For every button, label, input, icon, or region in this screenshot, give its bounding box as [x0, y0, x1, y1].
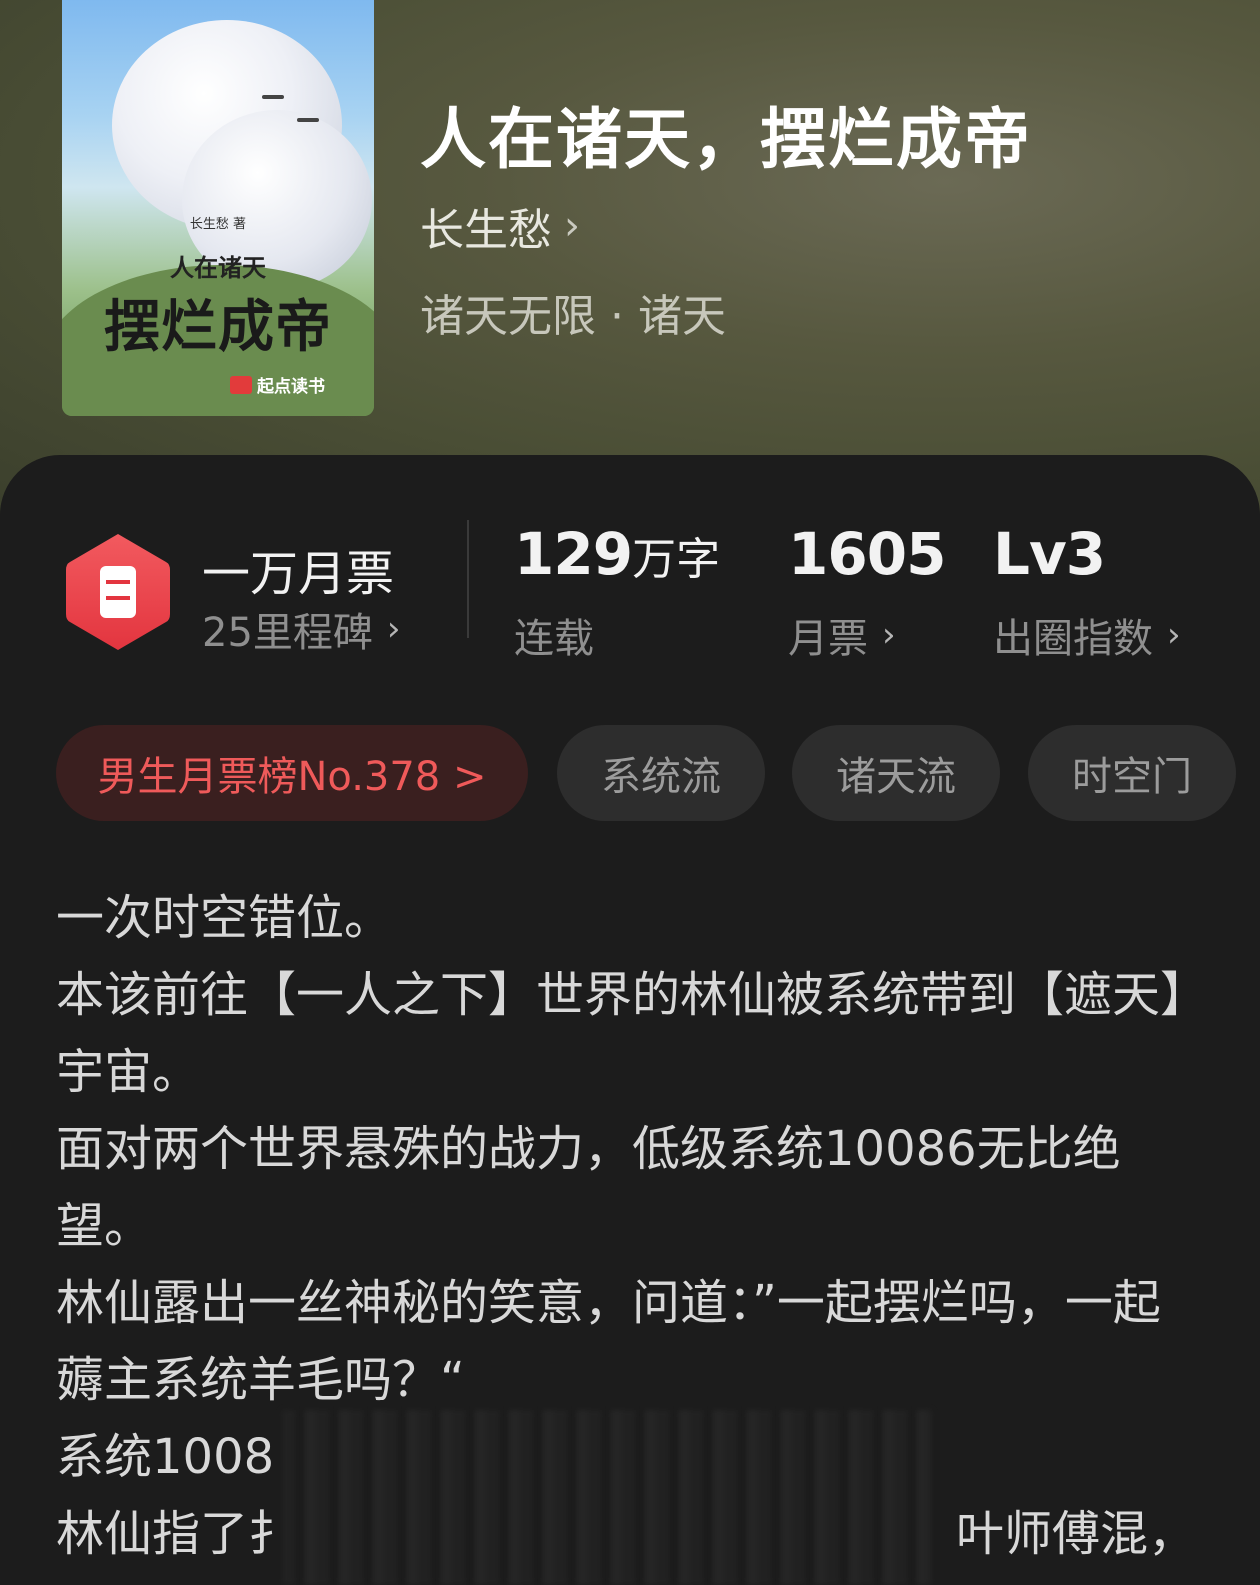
milestone-link[interactable]: 25里程碑 › [202, 600, 401, 658]
book-genre: 诸天无限 · 诸天 [420, 291, 726, 342]
author-link[interactable]: 长生愁 › [420, 194, 580, 258]
cover-art-eye [262, 95, 284, 99]
publisher-logo-icon [230, 376, 252, 394]
chevron-right-icon: › [882, 615, 896, 655]
description-line: 本该前往【一人之下】世界的林仙被系统带到【遮天】宇宙。 [56, 967, 1185, 1100]
popularity-level-value: Lv3 [993, 520, 1106, 588]
author-name: 长生愁 [420, 205, 552, 256]
tag-system[interactable]: 系统流 [557, 725, 765, 821]
popularity-level: Lv3 [993, 520, 1106, 588]
chevron-right-icon: › [564, 203, 580, 249]
word-count-unit: 万字 [632, 534, 721, 585]
description-line: 一次时空错位。 [56, 890, 393, 946]
book-header: 长生愁 著 人在诸天 摆烂成帝 起点读书 人在诸天，摆烂成帝 长生愁 › 诸天无… [0, 0, 1260, 520]
milestone-title: 一万月票 [202, 546, 395, 602]
popularity-index-link[interactable]: 出圈指数 › [993, 606, 1181, 664]
stats-divider [467, 520, 469, 638]
serial-status-label: 连载 [514, 616, 594, 662]
monthly-ticket-count: 1605 [788, 520, 946, 588]
monthly-ticket-link[interactable]: 月票 › [788, 606, 896, 664]
book-title: 人在诸天，摆烂成帝 [420, 100, 1032, 178]
chevron-right-icon: › [386, 609, 401, 649]
cover-art-eye [297, 118, 319, 122]
description-line-end: 叶师傅混， [956, 1506, 1197, 1562]
description-line-start: 林仙指了扌 [56, 1506, 297, 1562]
description-line: 面对两个世界悬殊的战力，低级系统10086无比绝望。 [56, 1121, 1121, 1254]
book-cover[interactable]: 长生愁 著 人在诸天 摆烂成帝 起点读书 [62, 0, 374, 416]
milestone-sub: 25里程碑 [202, 610, 373, 656]
word-count: 129万字 [514, 520, 720, 588]
rank-tag-button[interactable]: 男生月票榜No.378 > [56, 725, 528, 821]
popularity-index-label: 出圈指数 [993, 616, 1153, 662]
tag-zhutian[interactable]: 诸天流 [792, 725, 1000, 821]
cover-author: 长生愁 著 [189, 217, 247, 232]
monthly-ticket-label: 月票 [788, 616, 868, 662]
cover-subtitle: 人在诸天 [170, 254, 266, 282]
monthly-ticket-number: 1605 [788, 520, 946, 588]
cover-title: 摆烂成帝 [104, 294, 332, 360]
tag-time-portal[interactable]: 时空门 [1028, 725, 1236, 821]
redaction-blur [282, 1410, 932, 1585]
word-count-number: 129 [514, 520, 633, 588]
monthly-ticket-hex-icon [66, 534, 170, 650]
description-line: 林仙露出一丝神秘的笑意，问道：”一起摆烂吗，一起薅主系统羊毛吗？“ [56, 1275, 1161, 1408]
chevron-right-icon: › [1167, 615, 1181, 655]
cover-publisher: 起点读书 [257, 377, 325, 397]
serial-status: 连载 [514, 606, 594, 664]
